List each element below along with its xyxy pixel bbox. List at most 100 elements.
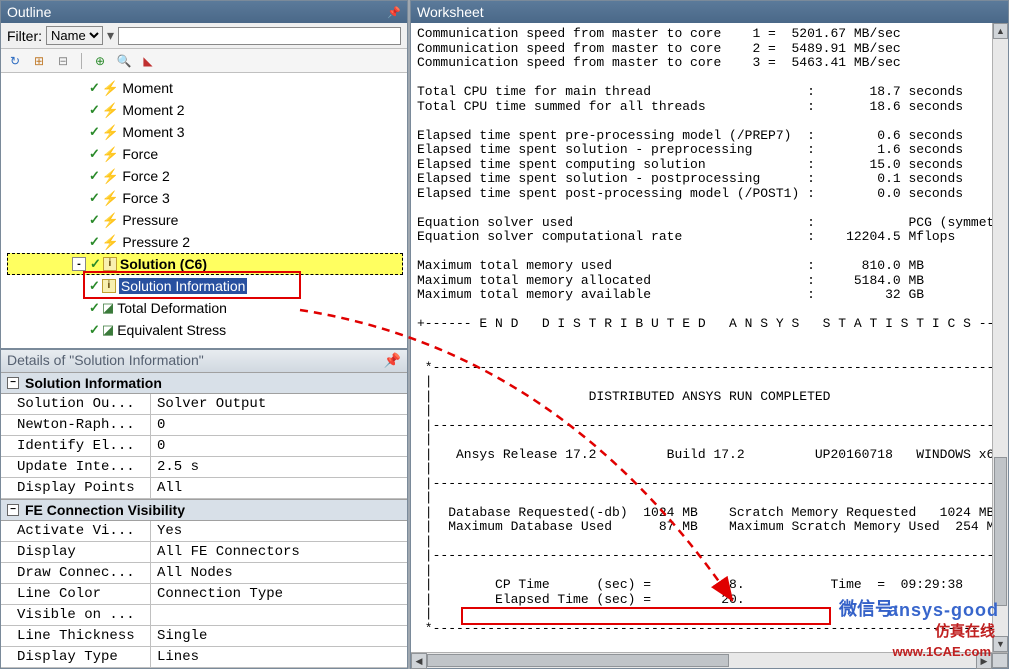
property-value[interactable]: Single	[151, 626, 407, 646]
tree-item-label: Force 2	[122, 168, 169, 184]
load-icon: ⚡	[102, 212, 119, 229]
details-row[interactable]: Identify El...0	[1, 436, 407, 457]
tree-item[interactable]: ✓⚡Moment 3	[3, 121, 407, 143]
details-row[interactable]: Newton-Raph...0	[1, 415, 407, 436]
filter-input[interactable]	[118, 27, 401, 45]
property-value[interactable]: All	[151, 478, 407, 498]
details-title-bar: Details of "Solution Information" 📌	[1, 350, 407, 372]
pin-icon[interactable]: 📌	[384, 352, 401, 370]
details-row[interactable]: Solution Ou...Solver Output	[1, 394, 407, 415]
property-value[interactable]	[151, 605, 407, 625]
property-value[interactable]: Connection Type	[151, 584, 407, 604]
expand-toggle[interactable]: -	[72, 257, 86, 271]
tree-item[interactable]: -✓iSolution (C6)	[7, 253, 403, 275]
tree-item[interactable]: ✓⚡Force 2	[3, 165, 407, 187]
property-value[interactable]: All FE Connectors	[151, 542, 407, 562]
scroll-up-button[interactable]: ▲	[993, 23, 1008, 39]
scroll-thumb-h[interactable]	[427, 654, 729, 667]
scroll-thumb-v[interactable]	[994, 457, 1007, 606]
info-icon: i	[102, 279, 116, 293]
refresh-icon[interactable]: ↻	[7, 53, 23, 69]
expand-icon[interactable]: ⊞	[31, 53, 47, 69]
tree-item[interactable]: ✓◪Equivalent Stress	[3, 319, 407, 341]
check-icon: ✓	[89, 124, 100, 140]
load-icon: ⚡	[102, 146, 119, 163]
property-value[interactable]: 0	[151, 415, 407, 435]
collapse-icon[interactable]: ⊟	[55, 53, 71, 69]
details-row[interactable]: Display TypeLines	[1, 647, 407, 668]
outline-tree[interactable]: ✓⚡Moment✓⚡Moment 2✓⚡Moment 3✓⚡Force✓⚡For…	[1, 73, 407, 348]
tree-item-label: Force 3	[122, 190, 169, 206]
tree-item[interactable]: ✓⚡Pressure	[3, 209, 407, 231]
worksheet-panel: Worksheet Communication speed from maste…	[410, 0, 1009, 669]
check-icon: ✓	[89, 146, 100, 162]
chevron-down-icon[interactable]: ▾	[107, 27, 114, 44]
group-header-label: FE Connection Visibility	[25, 502, 185, 518]
worksheet-body[interactable]: Communication speed from master to core …	[411, 23, 992, 652]
property-value[interactable]: 0	[151, 436, 407, 456]
check-icon: ✓	[89, 168, 100, 184]
details-row[interactable]: Draw Connec...All Nodes	[1, 563, 407, 584]
details-group-header[interactable]: −Solution Information	[1, 372, 407, 394]
tree-item[interactable]: ✓⚡Force 3	[3, 187, 407, 209]
tree-item-label: Force	[122, 146, 158, 162]
horizontal-scrollbar[interactable]: ◀ ▶	[411, 652, 1008, 668]
property-name: Display Points	[1, 478, 151, 498]
tree-item-label: Solution (C6)	[120, 256, 207, 272]
tree-item[interactable]: ✓⚡Pressure 2	[3, 231, 407, 253]
result-icon: ◪	[102, 300, 114, 316]
property-value[interactable]: Lines	[151, 647, 407, 667]
check-icon: ✓	[89, 102, 100, 118]
filter-icon[interactable]: ⊕	[92, 53, 108, 69]
tree-item[interactable]: ✓⚡Force	[3, 143, 407, 165]
tree-item-label: Moment	[122, 80, 173, 96]
solution-icon: i	[103, 257, 117, 271]
property-name: Solution Ou...	[1, 394, 151, 414]
worksheet-title-bar: Worksheet	[411, 1, 1008, 23]
property-value[interactable]: Yes	[151, 521, 407, 541]
tree-item-label: Pressure	[122, 212, 178, 228]
check-icon: ✓	[89, 300, 100, 316]
property-name: Visible on ...	[1, 605, 151, 625]
tree-item-label: Moment 2	[122, 102, 184, 118]
search-icon[interactable]: 🔍	[116, 53, 132, 69]
filter-field-select[interactable]: Name	[46, 26, 103, 45]
scroll-left-button[interactable]: ◀	[411, 653, 427, 669]
scroll-down-button[interactable]: ▼	[993, 636, 1008, 652]
property-value[interactable]: Solver Output	[151, 394, 407, 414]
details-row[interactable]: Activate Vi...Yes	[1, 521, 407, 542]
property-name: Activate Vi...	[1, 521, 151, 541]
scroll-right-button[interactable]: ▶	[976, 653, 992, 669]
collapse-box-icon[interactable]: −	[7, 504, 19, 516]
check-icon: ✓	[89, 212, 100, 228]
tree-item[interactable]: ✓⚡Moment	[3, 77, 407, 99]
result-icon: ◪	[102, 322, 114, 338]
collapse-box-icon[interactable]: −	[7, 377, 19, 389]
pin-icon[interactable]: 📌	[387, 6, 401, 19]
load-icon: ⚡	[102, 80, 119, 97]
details-row[interactable]: Line ColorConnection Type	[1, 584, 407, 605]
property-name: Display	[1, 542, 151, 562]
tree-item[interactable]: ✓iSolution Information	[3, 275, 407, 297]
tree-item[interactable]: ✓◪Total Deformation	[3, 297, 407, 319]
tree-item[interactable]: ✓⚡Moment 2	[3, 99, 407, 121]
property-value[interactable]: 2.5 s	[151, 457, 407, 477]
solver-output-text: Communication speed from master to core …	[411, 23, 992, 640]
tag-icon[interactable]: ◣	[140, 53, 156, 69]
property-value[interactable]: All Nodes	[151, 563, 407, 583]
worksheet-title: Worksheet	[417, 4, 484, 20]
check-icon: ✓	[89, 80, 100, 96]
details-group-header[interactable]: −FE Connection Visibility	[1, 499, 407, 521]
details-row[interactable]: Visible on ...	[1, 605, 407, 626]
check-icon: ✓	[89, 234, 100, 250]
details-row[interactable]: Display PointsAll	[1, 478, 407, 499]
details-grid[interactable]: −Solution InformationSolution Ou...Solve…	[1, 372, 407, 668]
vertical-scrollbar[interactable]: ▲ ▼	[992, 23, 1008, 652]
details-row[interactable]: DisplayAll FE Connectors	[1, 542, 407, 563]
details-row[interactable]: Line ThicknessSingle	[1, 626, 407, 647]
tree-item-label: Equivalent Stress	[117, 322, 226, 338]
load-icon: ⚡	[102, 190, 119, 207]
outline-title-bar: Outline 📌	[1, 1, 407, 23]
details-row[interactable]: Update Inte...2.5 s	[1, 457, 407, 478]
outline-toolbar: ↻ ⊞ ⊟ ⊕ 🔍 ◣	[1, 49, 407, 73]
